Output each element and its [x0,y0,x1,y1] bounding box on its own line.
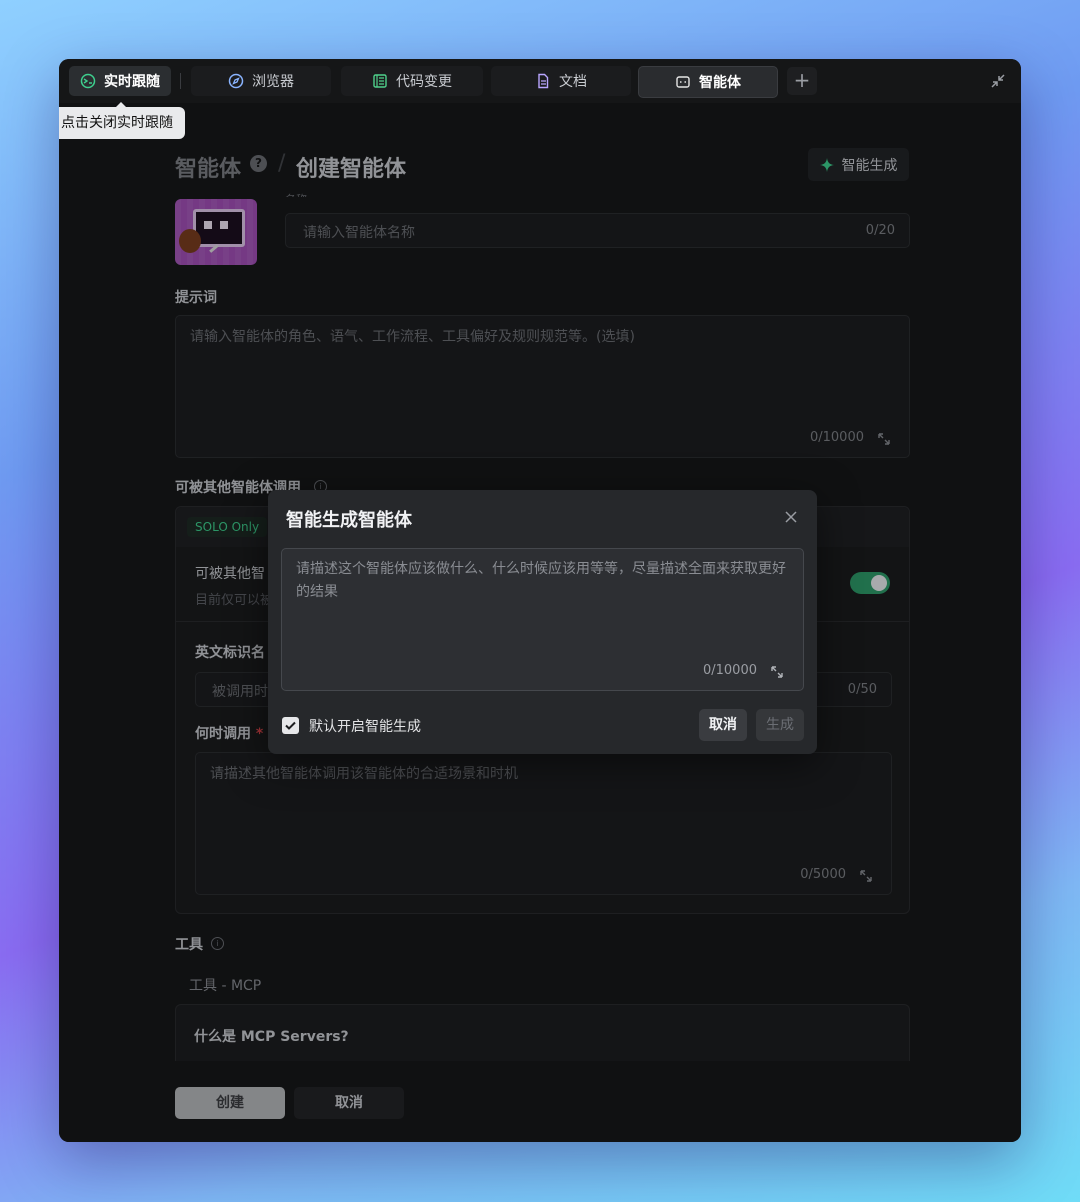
live-follow-icon [80,73,96,89]
dialog-counter: 0/10000 [702,663,757,678]
tab-label: 智能体 [699,75,741,91]
compass-icon [228,73,244,89]
checkbox-label[interactable]: 默认开启智能生成 [309,716,421,736]
expand-icon[interactable] [770,665,784,679]
tab-docs[interactable]: 文档 [491,66,631,96]
tab-label: 代码变更 [396,74,452,90]
dialog-cancel-button[interactable]: 取消 [699,709,747,741]
checkmark-icon [285,721,296,730]
auto-generate-checkbox[interactable] [282,717,299,734]
tab-bar: 实时跟随 浏览器 代码变更 文档 智能体 + [59,59,1021,103]
tab-agent[interactable]: 智能体 [638,66,778,98]
tab-divider [180,73,181,89]
dialog-placeholder: 请描述这个智能体应该做什么、什么时候应该用等等，尽量描述全面来获取更好的结果 [296,561,786,600]
tab-label: 浏览器 [252,74,294,90]
code-diff-icon [373,74,387,88]
tab-browser[interactable]: 浏览器 [191,66,331,96]
dialog-generate-button[interactable]: 生成 [756,709,804,741]
tab-label: 实时跟随 [104,74,160,90]
ai-generate-dialog: 智能生成智能体 请描述这个智能体应该做什么、什么时候应该用等等，尽量描述全面来获… [268,490,817,754]
live-follow-tooltip: 点击关闭实时跟随 [59,102,185,139]
dialog-description-input[interactable]: 请描述这个智能体应该做什么、什么时候应该用等等，尽量描述全面来获取更好的结果 0… [281,548,804,691]
tab-code-diff[interactable]: 代码变更 [341,66,483,96]
tab-label: 文档 [559,74,587,90]
collapse-icon[interactable] [989,72,1007,90]
tab-live-follow[interactable]: 实时跟随 [69,66,171,96]
dialog-title: 智能生成智能体 [286,510,412,531]
agent-icon [676,76,690,88]
document-icon [538,73,549,89]
app-window: 实时跟随 浏览器 代码变更 文档 智能体 + 智能体 ? / 创建智能体 智能生… [59,59,1021,1142]
new-tab-button[interactable]: + [787,67,817,95]
close-icon[interactable] [784,510,798,524]
